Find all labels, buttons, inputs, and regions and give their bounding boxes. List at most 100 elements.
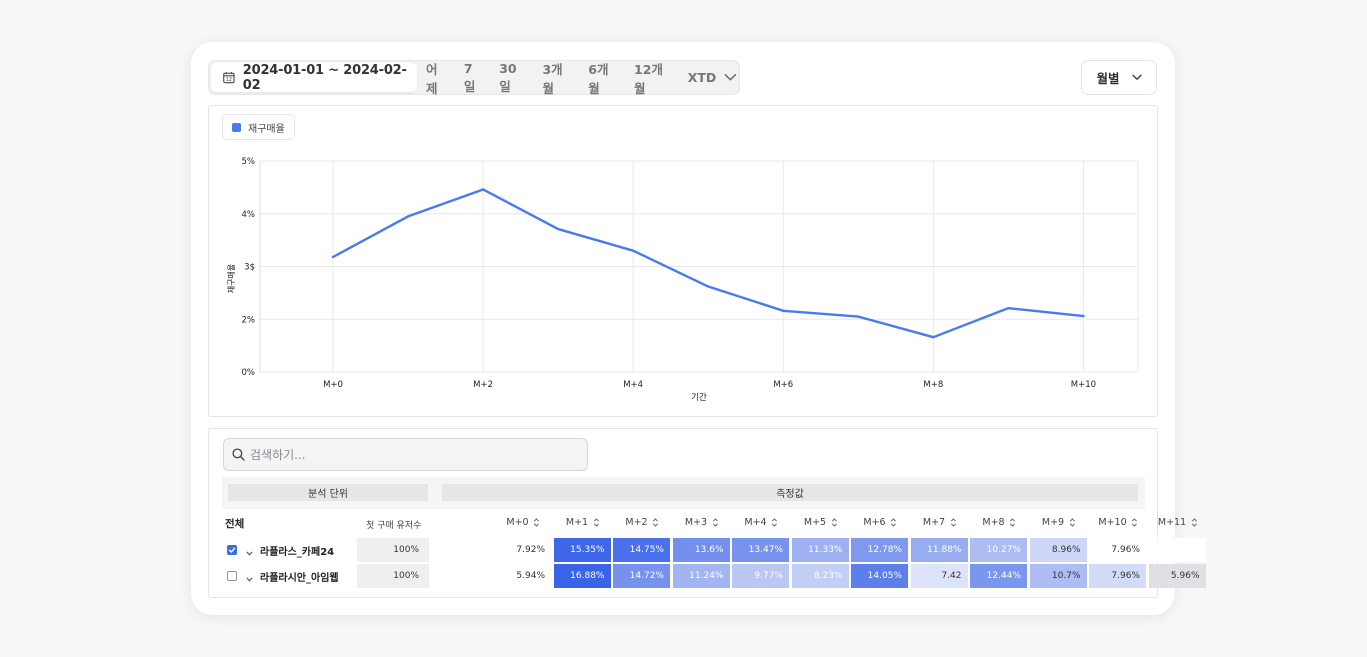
cohort-cell	[1148, 538, 1206, 562]
first-buyers-cell: 100%	[357, 538, 429, 562]
x-tick-label: M+2	[473, 380, 493, 390]
period-select-value: 월별	[1096, 71, 1120, 86]
column-header-m9[interactable]: M+9	[1042, 517, 1075, 528]
expand-row-button[interactable]	[246, 541, 253, 560]
column-header-m2[interactable]: M+2	[625, 517, 659, 528]
row-name-cell: 라플라시안_아임웹	[227, 564, 339, 588]
first-buyers-cell: 100%	[357, 564, 429, 588]
column-header-label: M+4	[744, 517, 767, 528]
column-header-m0[interactable]: M+0	[506, 517, 540, 528]
column-header-label: M+8	[982, 517, 1005, 528]
column-header-label: M+5	[803, 517, 827, 528]
cohort-cell: 7.92%	[494, 538, 551, 562]
data-point	[331, 255, 335, 259]
y-tick-label: 5%	[242, 157, 256, 167]
sort-icon	[1069, 518, 1075, 527]
cohort-cell: 13.6%	[672, 538, 730, 562]
cohort-cell: 14.72%	[613, 564, 670, 588]
first-buyers-header: 첫 구매 유저수	[366, 521, 422, 531]
row-label: 라플라시안_아임웹	[260, 572, 339, 584]
sort-icon	[1010, 518, 1016, 527]
check-icon	[228, 547, 236, 553]
cohort-cell: 7.42	[910, 564, 968, 588]
y-tick-label: 4%	[242, 210, 256, 220]
row-header-all: 전체	[225, 518, 245, 530]
sort-icon	[831, 518, 837, 527]
column-header-label: M+3	[684, 517, 708, 528]
chevron-down-icon	[246, 577, 253, 582]
column-header-m3[interactable]: M+3	[685, 517, 718, 528]
column-header-m4[interactable]: M+4	[744, 517, 778, 528]
data-point	[406, 215, 410, 218]
cohort-cell: 5.94%	[494, 564, 551, 588]
cohort-cell: 14.75%	[613, 538, 670, 562]
search-box	[223, 438, 588, 471]
y-tick-label: 3$	[244, 263, 255, 273]
y-tick-label: 2%	[242, 315, 256, 325]
column-header-m11[interactable]: M+11	[1158, 517, 1197, 528]
data-point	[1082, 314, 1085, 318]
cohort-cell: 10.7%	[1029, 564, 1087, 588]
x-axis-label: 기간	[691, 392, 707, 403]
preset-yesterday[interactable]: 어제	[426, 59, 447, 97]
column-header-m5[interactable]: M+5	[804, 517, 837, 528]
column-header-label: M+6	[863, 517, 886, 528]
table-row: 라플라스_카페24 100% 7.92% 15.35% 14.75% 13.6% 13.47…	[223, 538, 1206, 562]
row-checkbox[interactable]	[227, 571, 237, 581]
column-header-m10[interactable]: M+10	[1098, 517, 1138, 528]
row-checkbox[interactable]	[227, 545, 237, 555]
column-header-label: M+2	[625, 517, 648, 528]
data-point	[1007, 306, 1010, 310]
x-tick-label: M+8	[923, 380, 943, 390]
preset-12-months[interactable]: 12개월	[634, 59, 671, 97]
preset-7-days[interactable]: 7일	[464, 61, 482, 95]
chevron-down-icon	[246, 551, 253, 556]
line-chart: 0% 2% 3$ 4% 5% M+0 M+2 M+4 M+6 M+8 M+10 기간 재구매율	[227, 157, 1139, 403]
cohort-cell: 11.33%	[791, 538, 849, 562]
column-header-label: M+11	[1157, 517, 1187, 528]
sort-icon	[534, 518, 540, 527]
date-range-value: 2024-01-01 ~ 2024-02-02	[242, 62, 407, 93]
chevron-down-icon[interactable]	[724, 73, 737, 82]
search-input[interactable]	[250, 447, 550, 462]
sort-icon	[772, 518, 778, 527]
cohort-cell: 7.96%	[1089, 538, 1146, 562]
column-header-m6[interactable]: M+6	[863, 517, 897, 528]
data-point	[631, 249, 635, 252]
cohort-cell: 9.77%	[732, 564, 789, 588]
expand-row-button[interactable]	[246, 567, 253, 586]
column-header-m1[interactable]: M+1	[566, 517, 599, 528]
cohort-cell: 5.96%	[1148, 564, 1206, 588]
group-header-analysis-unit: 분석 단위	[228, 484, 428, 501]
cohort-cell: 8.96%	[1029, 538, 1087, 562]
cohort-table-panel: 분석 단위 측정값 전체 첫 구매 유저수 M+0 M+1 M+2 M+3 M+4 M+5…	[208, 428, 1206, 598]
series-line	[331, 188, 1085, 339]
preset-30-days[interactable]: 30일	[499, 61, 525, 95]
column-header-label: M+1	[565, 517, 589, 528]
table-row: 라플라시안_아임웹 100% 5.94% 16.88% 14.72% 11.24% 9.77…	[223, 564, 1206, 588]
column-header-label: M+0	[506, 517, 529, 528]
cohort-cell: 8.23%	[791, 564, 849, 588]
column-header-m7[interactable]: M+7	[923, 517, 956, 528]
cohort-cell: 16.88%	[553, 564, 611, 588]
cohort-cell: 12.44%	[970, 564, 1027, 588]
preset-6-months[interactable]: 6개월	[588, 59, 617, 97]
x-tick-label: M+4	[623, 380, 643, 390]
sort-icon	[1191, 518, 1197, 527]
y-axis-label: 재구매율	[227, 264, 236, 293]
sort-icon	[712, 518, 718, 527]
sort-icon	[653, 518, 659, 527]
cohort-cell: 11.24%	[672, 564, 730, 588]
period-select[interactable]: 월별	[1081, 60, 1157, 95]
data-point	[857, 315, 860, 318]
preset-xtd[interactable]: XTD	[688, 70, 717, 85]
cohort-cell: 12.78%	[851, 538, 908, 562]
sort-icon	[1132, 518, 1138, 527]
preset-3-months[interactable]: 3개월	[542, 59, 571, 97]
cohort-cell: 15.35%	[553, 538, 611, 562]
table-group-header: 분석 단위 측정값	[222, 477, 1145, 509]
column-header-m8[interactable]: M+8	[982, 517, 1016, 528]
x-tick-label: M+0	[323, 380, 343, 390]
cohort-cell: 7.96%	[1089, 564, 1146, 588]
date-range-picker[interactable]: 12 2024-01-01 ~ 2024-02-02	[211, 62, 417, 93]
